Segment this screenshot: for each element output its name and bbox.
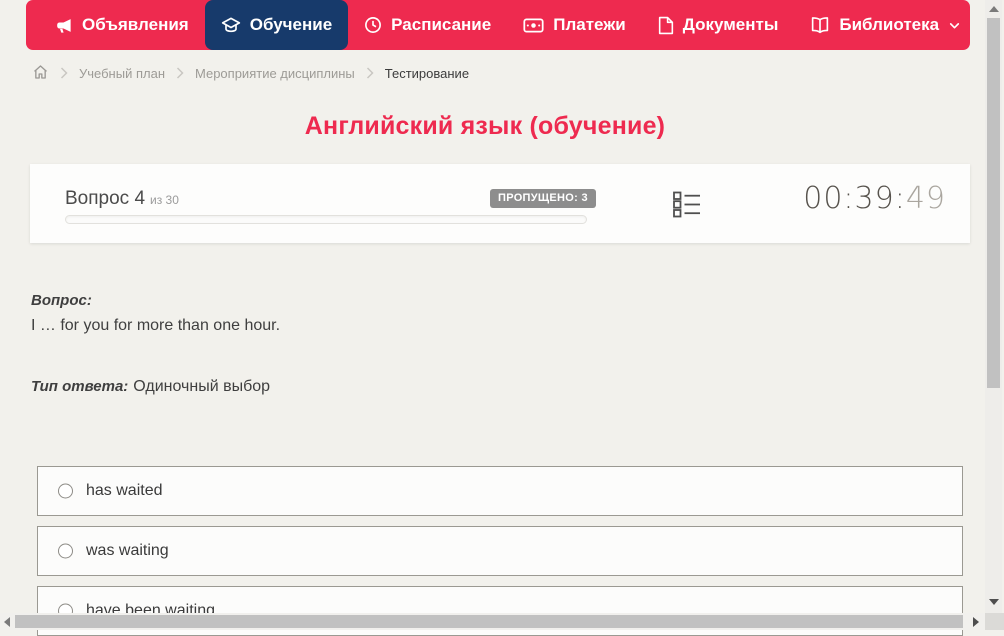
nav-item-label: Объявления [82, 15, 189, 34]
radio-button[interactable] [58, 483, 73, 499]
graduation-cap-icon [221, 15, 241, 35]
nav-item-label: Расписание [391, 15, 492, 34]
quiz-header-panel: Вопрос 4 из 30 ПРОПУЩЕНО: 3 00:39:49 [30, 164, 970, 243]
question-text: I … for you for more than one hour. [31, 317, 281, 334]
horizontal-scrollbar-thumb[interactable] [15, 615, 963, 628]
vertical-scrollbar[interactable] [985, 0, 1002, 613]
answer-type-value: Одиночный выбор [133, 378, 271, 395]
skipped-badge: ПРОПУЩЕНО: 3 [490, 189, 596, 208]
nav-item-documents[interactable]: Документы [642, 0, 795, 50]
nav-item-announcements[interactable]: Объявления [38, 0, 205, 50]
radio-button[interactable] [58, 543, 73, 559]
nav-item-label: Документы [682, 15, 779, 34]
page-title: Английский язык (обучение) [304, 112, 666, 140]
breadcrumb: Учебный план Мероприятие дисциплины Тест… [32, 62, 469, 84]
question-list-button[interactable] [672, 191, 702, 219]
breadcrumb-study-plan[interactable]: Учебный план [79, 66, 165, 81]
breadcrumb-separator [176, 67, 184, 79]
nav-item-label: Обучение [249, 15, 333, 34]
answer-option[interactable]: was waiting [37, 526, 963, 576]
nav-item-schedule[interactable]: Расписание [348, 0, 507, 50]
vertical-scrollbar-thumb[interactable] [987, 18, 1000, 388]
answer-option[interactable]: has waited [37, 466, 963, 516]
question-progress-bar [65, 215, 587, 224]
answer-option-label: was waiting [86, 542, 169, 559]
nav-item-label: Платежи [553, 15, 626, 34]
answer-option-label: has waited [86, 482, 163, 499]
timer-hours-minutes: 00:39: [803, 181, 906, 216]
nav-item-library[interactable]: Библиотека [794, 0, 977, 50]
scroll-up-arrow[interactable] [989, 6, 999, 12]
nav-item-label: Библиотека [839, 15, 940, 34]
main-navbar: Объявления Обучение Расписание Платежи Д… [26, 0, 970, 50]
question-list-icon [673, 191, 701, 221]
chevron-down-icon [948, 19, 961, 32]
open-book-icon [810, 16, 830, 34]
nav-item-payments[interactable]: Платежи [507, 0, 642, 50]
question-label: Вопрос: [31, 292, 92, 309]
banknote-icon [523, 17, 544, 34]
question-counter-of: из 30 [150, 193, 179, 207]
answer-type-label: Тип ответа: [31, 378, 129, 395]
answer-type: Тип ответа: Одиночный выбор [31, 378, 270, 396]
countdown-timer: 00:39:49 [803, 181, 946, 216]
megaphone-icon [54, 16, 73, 35]
breadcrumb-separator [60, 67, 68, 79]
scroll-left-arrow[interactable] [4, 617, 10, 627]
nav-item-learning[interactable]: Обучение [204, 0, 349, 50]
timer-seconds: 49 [905, 181, 946, 216]
home-icon [32, 64, 49, 83]
question-counter: Вопрос 4 из 30 [65, 188, 179, 210]
clock-icon [364, 16, 382, 34]
scrollbar-corner [985, 613, 1004, 630]
breadcrumb-discipline-event[interactable]: Мероприятие дисциплины [195, 66, 355, 81]
document-icon [658, 16, 674, 35]
breadcrumb-testing: Тестирование [384, 65, 470, 81]
horizontal-scrollbar[interactable] [0, 613, 985, 630]
home-link[interactable] [32, 64, 49, 83]
question-counter-title: Вопрос 4 [65, 188, 146, 209]
breadcrumb-separator [366, 67, 374, 79]
scroll-down-arrow[interactable] [989, 599, 999, 605]
scroll-right-arrow[interactable] [973, 617, 979, 627]
